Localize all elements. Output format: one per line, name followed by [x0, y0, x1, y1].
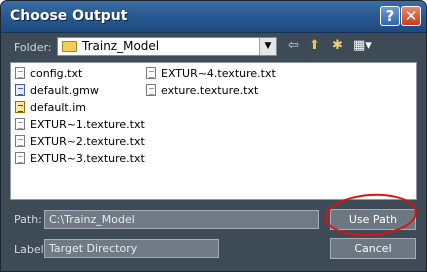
- text-file-icon: [15, 67, 25, 79]
- label-label: Label:: [14, 243, 48, 256]
- close-icon: ✕: [404, 7, 418, 25]
- dialog-title: Choose Output: [10, 8, 128, 24]
- close-button[interactable]: ✕: [401, 6, 421, 26]
- view-menu-icon[interactable]: ▦▾: [353, 39, 372, 53]
- chevron-down-icon[interactable]: ▼: [259, 38, 276, 55]
- folder-value: Trainz_Model: [82, 39, 160, 53]
- file-name: EXTUR~2.texture.txt: [30, 135, 145, 148]
- new-folder-icon[interactable]: ✱: [332, 39, 343, 53]
- text-file-icon: [146, 67, 156, 79]
- back-arrow-icon[interactable]: ⇦: [288, 39, 299, 53]
- file-list[interactable]: config.txt default.gmw default.im EXTUR~…: [10, 62, 417, 200]
- gmw-file-icon: [15, 84, 25, 96]
- text-file-icon: [146, 84, 156, 96]
- list-item[interactable]: EXTUR~2.texture.txt: [15, 135, 145, 148]
- list-item[interactable]: EXTUR~1.texture.txt: [15, 118, 145, 131]
- file-name: config.txt: [30, 67, 83, 80]
- file-name: default.im: [30, 101, 86, 114]
- list-item[interactable]: EXTUR~3.texture.txt: [15, 152, 145, 165]
- list-item[interactable]: default.im: [15, 101, 86, 114]
- folder-icon: [62, 41, 77, 52]
- file-name: default.gmw: [30, 84, 99, 97]
- title-bar[interactable]: Choose Output ? ✕: [1, 1, 426, 33]
- text-file-icon: [15, 135, 25, 147]
- file-name: EXTUR~4.texture.txt: [161, 67, 276, 80]
- list-item[interactable]: config.txt: [15, 67, 82, 80]
- file-name: EXTUR~1.texture.txt: [30, 118, 145, 131]
- list-item[interactable]: default.gmw: [15, 84, 99, 97]
- text-file-icon: [15, 152, 25, 164]
- folder-dropdown[interactable]: Trainz_Model ▼: [57, 37, 277, 56]
- folder-label: Folder:: [14, 41, 52, 54]
- im-file-icon: [15, 101, 25, 113]
- help-button[interactable]: ?: [380, 6, 400, 26]
- label-field[interactable]: Target Directory: [44, 239, 219, 258]
- text-file-icon: [15, 118, 25, 130]
- up-folder-icon[interactable]: ⬆: [309, 39, 320, 53]
- list-item[interactable]: EXTUR~4.texture.txt: [146, 67, 276, 80]
- list-item[interactable]: exture.texture.txt: [146, 84, 258, 97]
- cancel-button[interactable]: Cancel: [330, 238, 416, 259]
- path-field[interactable]: C:\Trainz_Model: [44, 210, 319, 229]
- help-icon: ?: [385, 7, 395, 25]
- file-name: EXTUR~3.texture.txt: [30, 152, 145, 165]
- path-label: Path:: [14, 213, 42, 226]
- file-name: exture.texture.txt: [161, 84, 259, 97]
- choose-output-dialog: Choose Output ? ✕ Folder: Trainz_Model ▼…: [0, 0, 427, 272]
